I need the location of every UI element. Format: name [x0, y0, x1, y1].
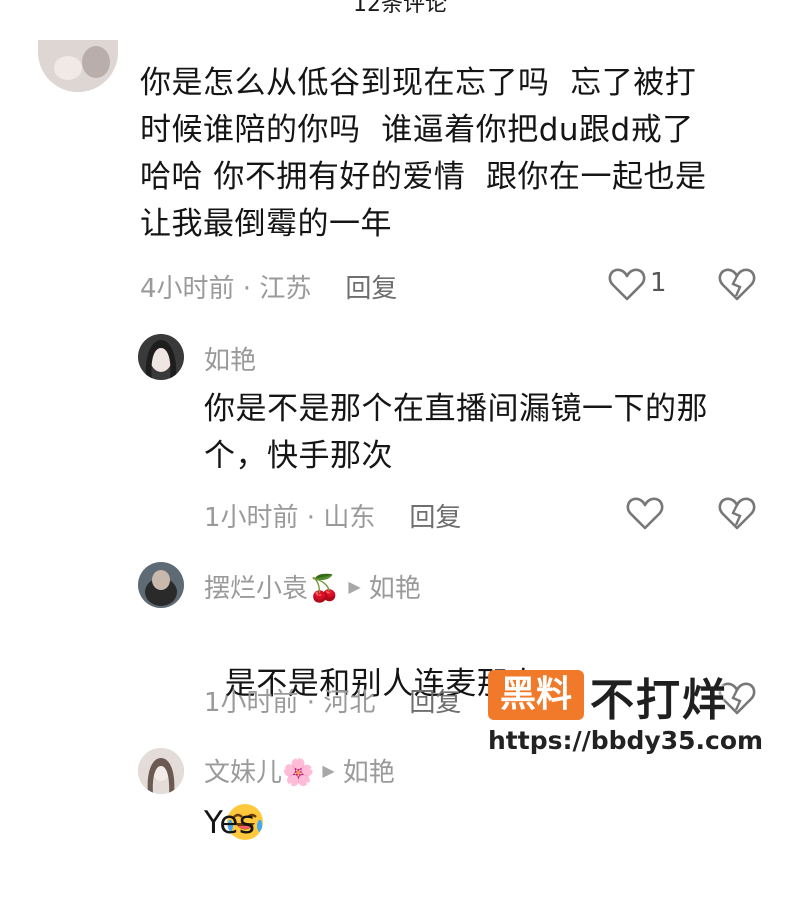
dislike-heart-icon[interactable] — [718, 266, 756, 302]
comment-meta: 4小时前 · 江苏 回复 — [140, 274, 398, 304]
comment-count-title: 12条评论 — [353, 0, 447, 17]
reply-button[interactable]: 回复 — [409, 503, 461, 533]
dislike-heart-icon[interactable] — [718, 495, 756, 531]
avatar[interactable] — [138, 748, 184, 794]
watermark: 黑料 不打烊 https://bbdy35.com — [488, 664, 788, 764]
heart-icon[interactable] — [608, 266, 646, 302]
username-label[interactable]: 摆烂小袁🍒 — [204, 568, 340, 605]
comment-username[interactable]: 如艳 — [204, 340, 256, 377]
arrow-right-icon: ▶ — [348, 577, 361, 596]
comment-time: 1小时前 — [204, 688, 299, 718]
username-label[interactable]: 如艳 — [204, 340, 256, 377]
comment-time: 1小时前 — [204, 503, 299, 533]
comment-location: 江苏 — [259, 274, 312, 304]
heart-icon[interactable] — [626, 495, 664, 531]
watermark-title: 不打烊 — [590, 675, 728, 726]
reply-to-username[interactable]: 如艳 — [369, 568, 421, 605]
watermark-url: https://bbdy35.com — [488, 726, 764, 755]
comment-username[interactable]: 文妹儿🌸 ▶ 如艳 — [204, 752, 395, 789]
avatar[interactable] — [138, 562, 184, 608]
comment-meta: 1小时前 · 河北 回复 — [204, 688, 462, 718]
reply-to-username[interactable]: 如艳 — [343, 752, 395, 789]
reply-button[interactable]: 回复 — [409, 688, 461, 718]
comment-username[interactable]: 摆烂小袁🍒 ▶ 如艳 — [204, 568, 421, 605]
comment-location: 河北 — [323, 688, 376, 718]
comment-text: Yes — [204, 805, 256, 841]
comment-meta: 1小时前 · 山东 回复 — [204, 503, 462, 533]
username-label[interactable]: 文妹儿🌸 — [204, 752, 314, 789]
comment-time: 4小时前 — [140, 274, 235, 304]
watermark-badge: 黑料 — [488, 670, 584, 720]
reply-button[interactable]: 回复 — [345, 274, 397, 304]
comment-text: 你是不是那个在直播间漏镜一下的那 个，快手那次 — [204, 391, 708, 474]
arrow-right-icon: ▶ — [322, 761, 335, 780]
like-count: 1 — [650, 268, 667, 298]
comment-text: 你是怎么从低谷到现在忘了吗 忘了被打 时候谁陪的你吗 谁逼着你把du跟d戒了 哈… — [140, 65, 707, 242]
avatar[interactable] — [38, 40, 118, 92]
avatar[interactable] — [138, 334, 184, 380]
comment-location: 山东 — [323, 503, 376, 533]
